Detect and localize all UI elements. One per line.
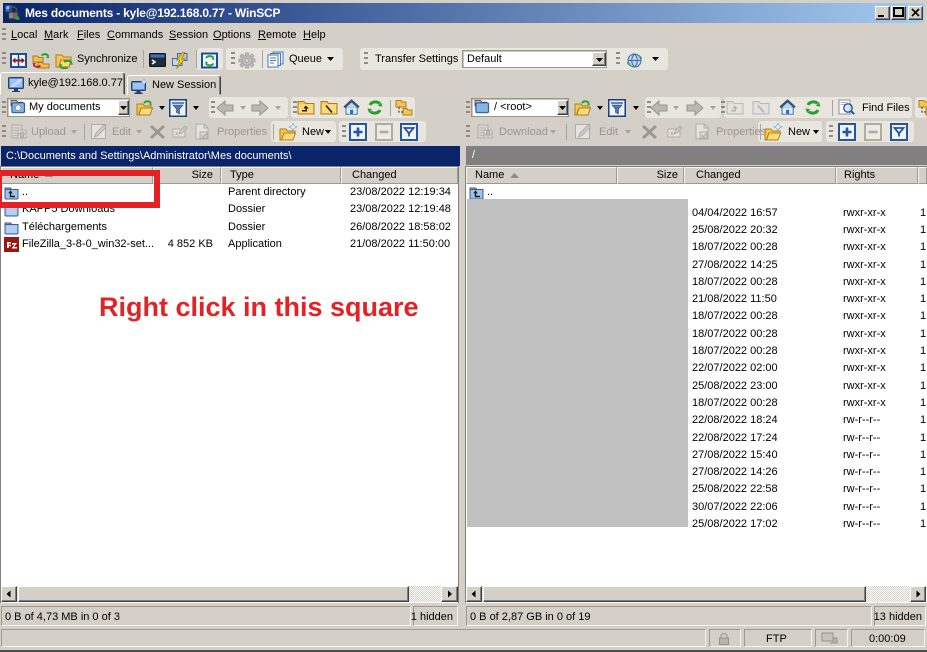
svg-text:x: x bbox=[175, 131, 179, 138]
svg-text:x: x bbox=[670, 131, 674, 138]
